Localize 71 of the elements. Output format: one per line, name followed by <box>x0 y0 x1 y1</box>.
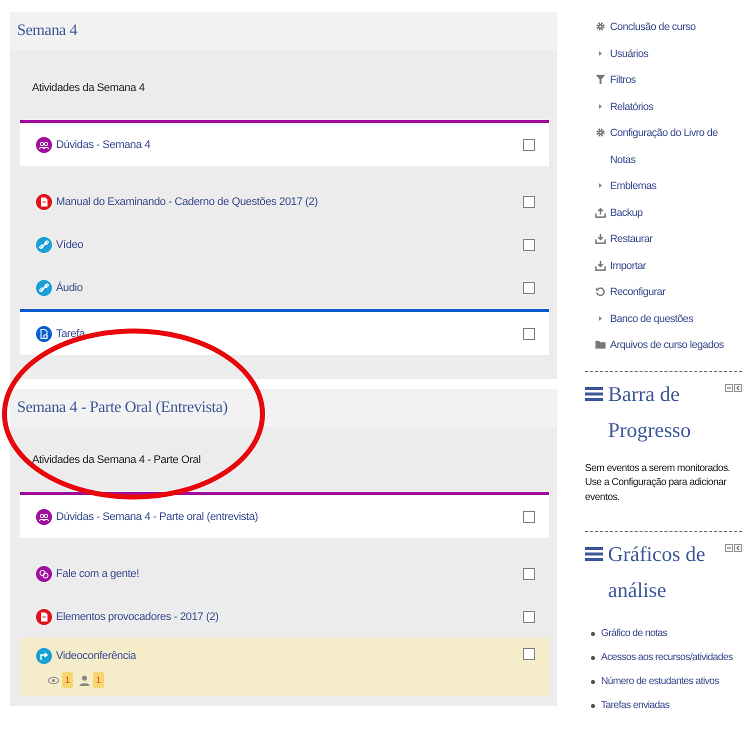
bullet-icon <box>591 632 595 636</box>
activity-link[interactable]: Elementos provocadores - 2017 (2) <box>56 610 219 622</box>
activity-icon <box>36 194 52 210</box>
admin-menu-link[interactable]: Usuários <box>610 40 648 67</box>
completion-checkbox[interactable] <box>523 510 535 522</box>
section-title: Semana 4 - Parte Oral (Entrevista) <box>10 389 557 427</box>
section-title: Semana 4 <box>10 12 557 50</box>
activity-link[interactable]: Fale com a gente! <box>56 568 139 580</box>
folder-icon <box>595 339 606 350</box>
activity-link[interactable]: Manual do Examinando - Caderno de Questões 2017 (2) <box>56 196 318 208</box>
admin-menu-link[interactable]: Configuração do Livro de Notas <box>610 120 742 173</box>
completion-checkbox[interactable] <box>523 648 535 660</box>
admin-menu-link[interactable]: Filtros <box>610 67 636 94</box>
admin-menu-link[interactable]: Conclusão de curso <box>610 14 696 40</box>
users-badge: 1 <box>93 672 104 688</box>
gear-icon <box>595 127 606 138</box>
collapse-icon[interactable] <box>725 384 733 392</box>
completion-checkbox[interactable] <box>523 238 535 250</box>
admin-menu-link[interactable]: Reconfigurar <box>610 279 666 306</box>
activity-icon <box>36 280 52 296</box>
views-badge: 1 <box>62 672 74 688</box>
download-icon <box>595 260 606 270</box>
gear-icon <box>595 21 606 32</box>
section-summary: Atividades da Semana 4 <box>31 81 146 96</box>
user-icon <box>79 674 90 686</box>
dock-icon[interactable] <box>734 544 742 552</box>
activity-icon <box>36 136 52 152</box>
activity-icon <box>36 566 52 582</box>
activity-link[interactable]: Videoconferência <box>56 650 136 662</box>
activity-icon <box>36 236 52 252</box>
block-title: Barra de Progresso <box>608 380 692 444</box>
report-link[interactable]: Gráfico de notas <box>601 622 668 646</box>
activity-icon <box>36 608 52 624</box>
block-text: Sem eventos a serem monitorados. Use a Configuração para adicionar eventos. <box>585 462 732 504</box>
menu-icon <box>585 386 603 400</box>
block-title: Gráficos de análise <box>608 541 706 604</box>
report-link[interactable]: Acessos aos recursos/atividades <box>601 646 733 670</box>
completion-checkbox[interactable] <box>523 196 535 208</box>
activity-icon <box>36 648 52 664</box>
filter-icon <box>595 74 606 85</box>
report-link[interactable]: Número de estudantes ativos <box>601 670 719 694</box>
activity-link[interactable]: Dúvidas - Semana 4 - Parte oral (entrevista) <box>56 510 258 522</box>
completion-checkbox[interactable] <box>523 282 535 294</box>
admin-menu-link[interactable]: Relatórios <box>610 94 654 120</box>
reload-icon <box>595 286 606 297</box>
menu-icon <box>585 547 603 561</box>
section-summary: Atividades da Semana 4 - Parte Oral <box>31 453 202 468</box>
admin-menu-link[interactable]: Restaurar <box>610 226 653 252</box>
admin-menu-link[interactable]: Emblemas <box>610 173 656 200</box>
download-icon <box>595 233 606 244</box>
activity-link[interactable]: Dúvidas - Semana 4 <box>56 138 150 150</box>
report-link[interactable]: Tarefas enviadas <box>601 694 670 718</box>
activity-link[interactable]: Áudio <box>56 282 83 294</box>
completion-checkbox[interactable] <box>523 610 535 622</box>
admin-menu-link[interactable]: Arquivos de curso legados <box>610 332 724 358</box>
activity-icon <box>36 326 52 342</box>
admin-menu-link[interactable]: Backup <box>610 200 643 226</box>
eye-icon <box>48 674 59 686</box>
dock-icon[interactable] <box>734 384 742 392</box>
bullet-icon <box>591 704 595 708</box>
activity-icon <box>36 508 52 524</box>
admin-menu-link[interactable]: Banco de questões <box>610 306 694 332</box>
collapse-icon[interactable] <box>725 544 733 552</box>
bullet-icon <box>591 680 595 684</box>
completion-checkbox[interactable] <box>523 568 535 580</box>
activity-link[interactable]: Vídeo <box>56 238 84 250</box>
completion-checkbox[interactable] <box>523 328 535 340</box>
admin-menu-link[interactable]: Importar <box>610 252 646 279</box>
bullet-icon <box>591 656 595 660</box>
completion-checkbox[interactable] <box>523 138 535 150</box>
upload-icon <box>595 206 606 218</box>
